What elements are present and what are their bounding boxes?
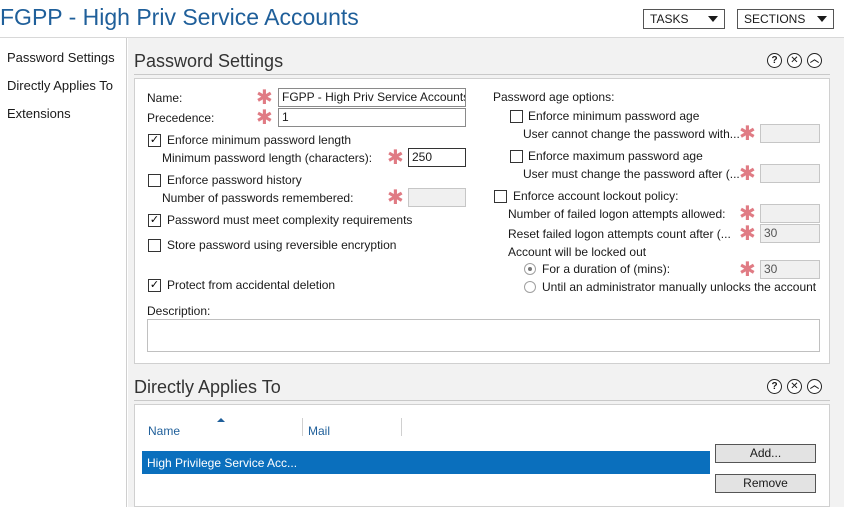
until-admin-label: Until an administrator manually unlocks … xyxy=(542,280,817,294)
required-icon: ✱ xyxy=(256,107,273,129)
duration-input[interactable]: 30 xyxy=(760,260,820,279)
required-icon: ✱ xyxy=(739,203,756,225)
section-divider xyxy=(134,74,830,75)
tasks-label: TASKS xyxy=(650,12,689,26)
min-age-sub-label: User cannot change the password with... xyxy=(523,127,740,141)
failed-attempts-input[interactable] xyxy=(760,204,820,223)
enforce-min-length-label: Enforce minimum password length xyxy=(167,133,352,147)
enforce-min-length-checkbox[interactable]: ✓ xyxy=(148,134,161,147)
sidebar-item-password-settings[interactable]: Password Settings xyxy=(7,50,115,65)
until-admin-radio[interactable] xyxy=(524,281,536,293)
protect-deletion-label: Protect from accidental deletion xyxy=(167,278,336,292)
tasks-button[interactable]: TASKS xyxy=(643,9,725,29)
help-icon[interactable]: ? xyxy=(767,379,782,394)
min-length-label: Minimum password length (characters): xyxy=(162,151,373,165)
name-label: Name: xyxy=(147,91,183,105)
min-length-input[interactable]: 250 xyxy=(408,148,466,167)
column-header-name[interactable]: Name xyxy=(148,424,180,438)
lockout-policy-checkbox[interactable] xyxy=(494,190,507,203)
history-count-label: Number of passwords remembered: xyxy=(162,191,354,205)
required-icon: ✱ xyxy=(739,223,756,245)
reversible-label: Store password using reversible encrypti… xyxy=(167,238,397,252)
duration-radio[interactable] xyxy=(524,263,536,275)
enforce-max-age-label: Enforce maximum password age xyxy=(528,149,703,163)
remove-button[interactable]: Remove xyxy=(715,474,816,493)
section-divider xyxy=(134,400,830,401)
duration-label: For a duration of (mins): xyxy=(542,262,671,276)
close-icon[interactable]: ✕ xyxy=(787,53,802,68)
sort-ascending-icon xyxy=(217,418,225,422)
name-input[interactable]: FGPP - High Priv Service Accounts xyxy=(278,88,466,107)
history-count-input[interactable] xyxy=(408,188,466,207)
reset-count-input[interactable]: 30 xyxy=(760,224,820,243)
sidebar-item-extensions[interactable]: Extensions xyxy=(7,106,71,121)
add-button[interactable]: Add... xyxy=(715,444,816,463)
required-icon: ✱ xyxy=(387,187,404,209)
column-header-mail[interactable]: Mail xyxy=(308,424,330,438)
sidebar-item-directly-applies-to[interactable]: Directly Applies To xyxy=(7,78,113,93)
failed-attempts-label: Number of failed logon attempts allowed: xyxy=(508,207,726,221)
precedence-input[interactable]: 1 xyxy=(278,108,466,127)
required-icon: ✱ xyxy=(739,163,756,185)
chevron-down-icon xyxy=(817,16,827,22)
required-icon: ✱ xyxy=(739,123,756,145)
lockout-policy-label: Enforce account lockout policy: xyxy=(513,189,679,203)
enforce-history-label: Enforce password history xyxy=(167,173,302,187)
protect-deletion-checkbox[interactable]: ✓ xyxy=(148,279,161,292)
column-divider xyxy=(401,418,402,436)
enforce-history-checkbox[interactable] xyxy=(148,174,161,187)
section-title-directly-applies-to: Directly Applies To xyxy=(134,377,281,397)
enforce-min-age-label: Enforce minimum password age xyxy=(528,109,700,123)
enforce-min-age-checkbox[interactable] xyxy=(510,110,523,123)
required-icon: ✱ xyxy=(387,147,404,169)
reversible-checkbox[interactable] xyxy=(148,239,161,252)
sidebar: Password Settings Directly Applies To Ex… xyxy=(0,38,127,507)
complexity-label: Password must meet complexity requiremen… xyxy=(167,213,413,227)
max-age-input[interactable] xyxy=(760,164,820,183)
sections-button[interactable]: SECTIONS xyxy=(737,9,834,29)
age-options-label: Password age options: xyxy=(493,90,615,104)
complexity-checkbox[interactable]: ✓ xyxy=(148,214,161,227)
table-row[interactable]: High Privilege Service Acc... xyxy=(142,451,710,474)
section-title-password-settings: Password Settings xyxy=(134,51,284,71)
row-name: High Privilege Service Acc... xyxy=(147,456,298,470)
description-textarea[interactable] xyxy=(147,319,820,352)
collapse-icon[interactable]: ︿ xyxy=(807,379,822,394)
reset-count-label: Reset failed logon attempts count after … xyxy=(508,227,731,241)
precedence-label: Precedence: xyxy=(147,111,215,125)
close-icon[interactable]: ✕ xyxy=(787,379,802,394)
column-divider xyxy=(302,418,303,436)
enforce-max-age-checkbox[interactable] xyxy=(510,150,523,163)
help-icon[interactable]: ? xyxy=(767,53,782,68)
chevron-down-icon xyxy=(708,16,718,22)
description-label: Description: xyxy=(147,304,211,318)
required-icon: ✱ xyxy=(256,87,273,109)
required-icon: ✱ xyxy=(739,259,756,281)
sections-label: SECTIONS xyxy=(744,12,806,26)
locked-out-label: Account will be locked out xyxy=(508,245,647,259)
collapse-icon[interactable]: ︿ xyxy=(807,53,822,68)
min-age-input[interactable] xyxy=(760,124,820,143)
max-age-sub-label: User must change the password after (... xyxy=(523,167,740,181)
window-title: FGPP - High Priv Service Accounts xyxy=(0,4,359,30)
